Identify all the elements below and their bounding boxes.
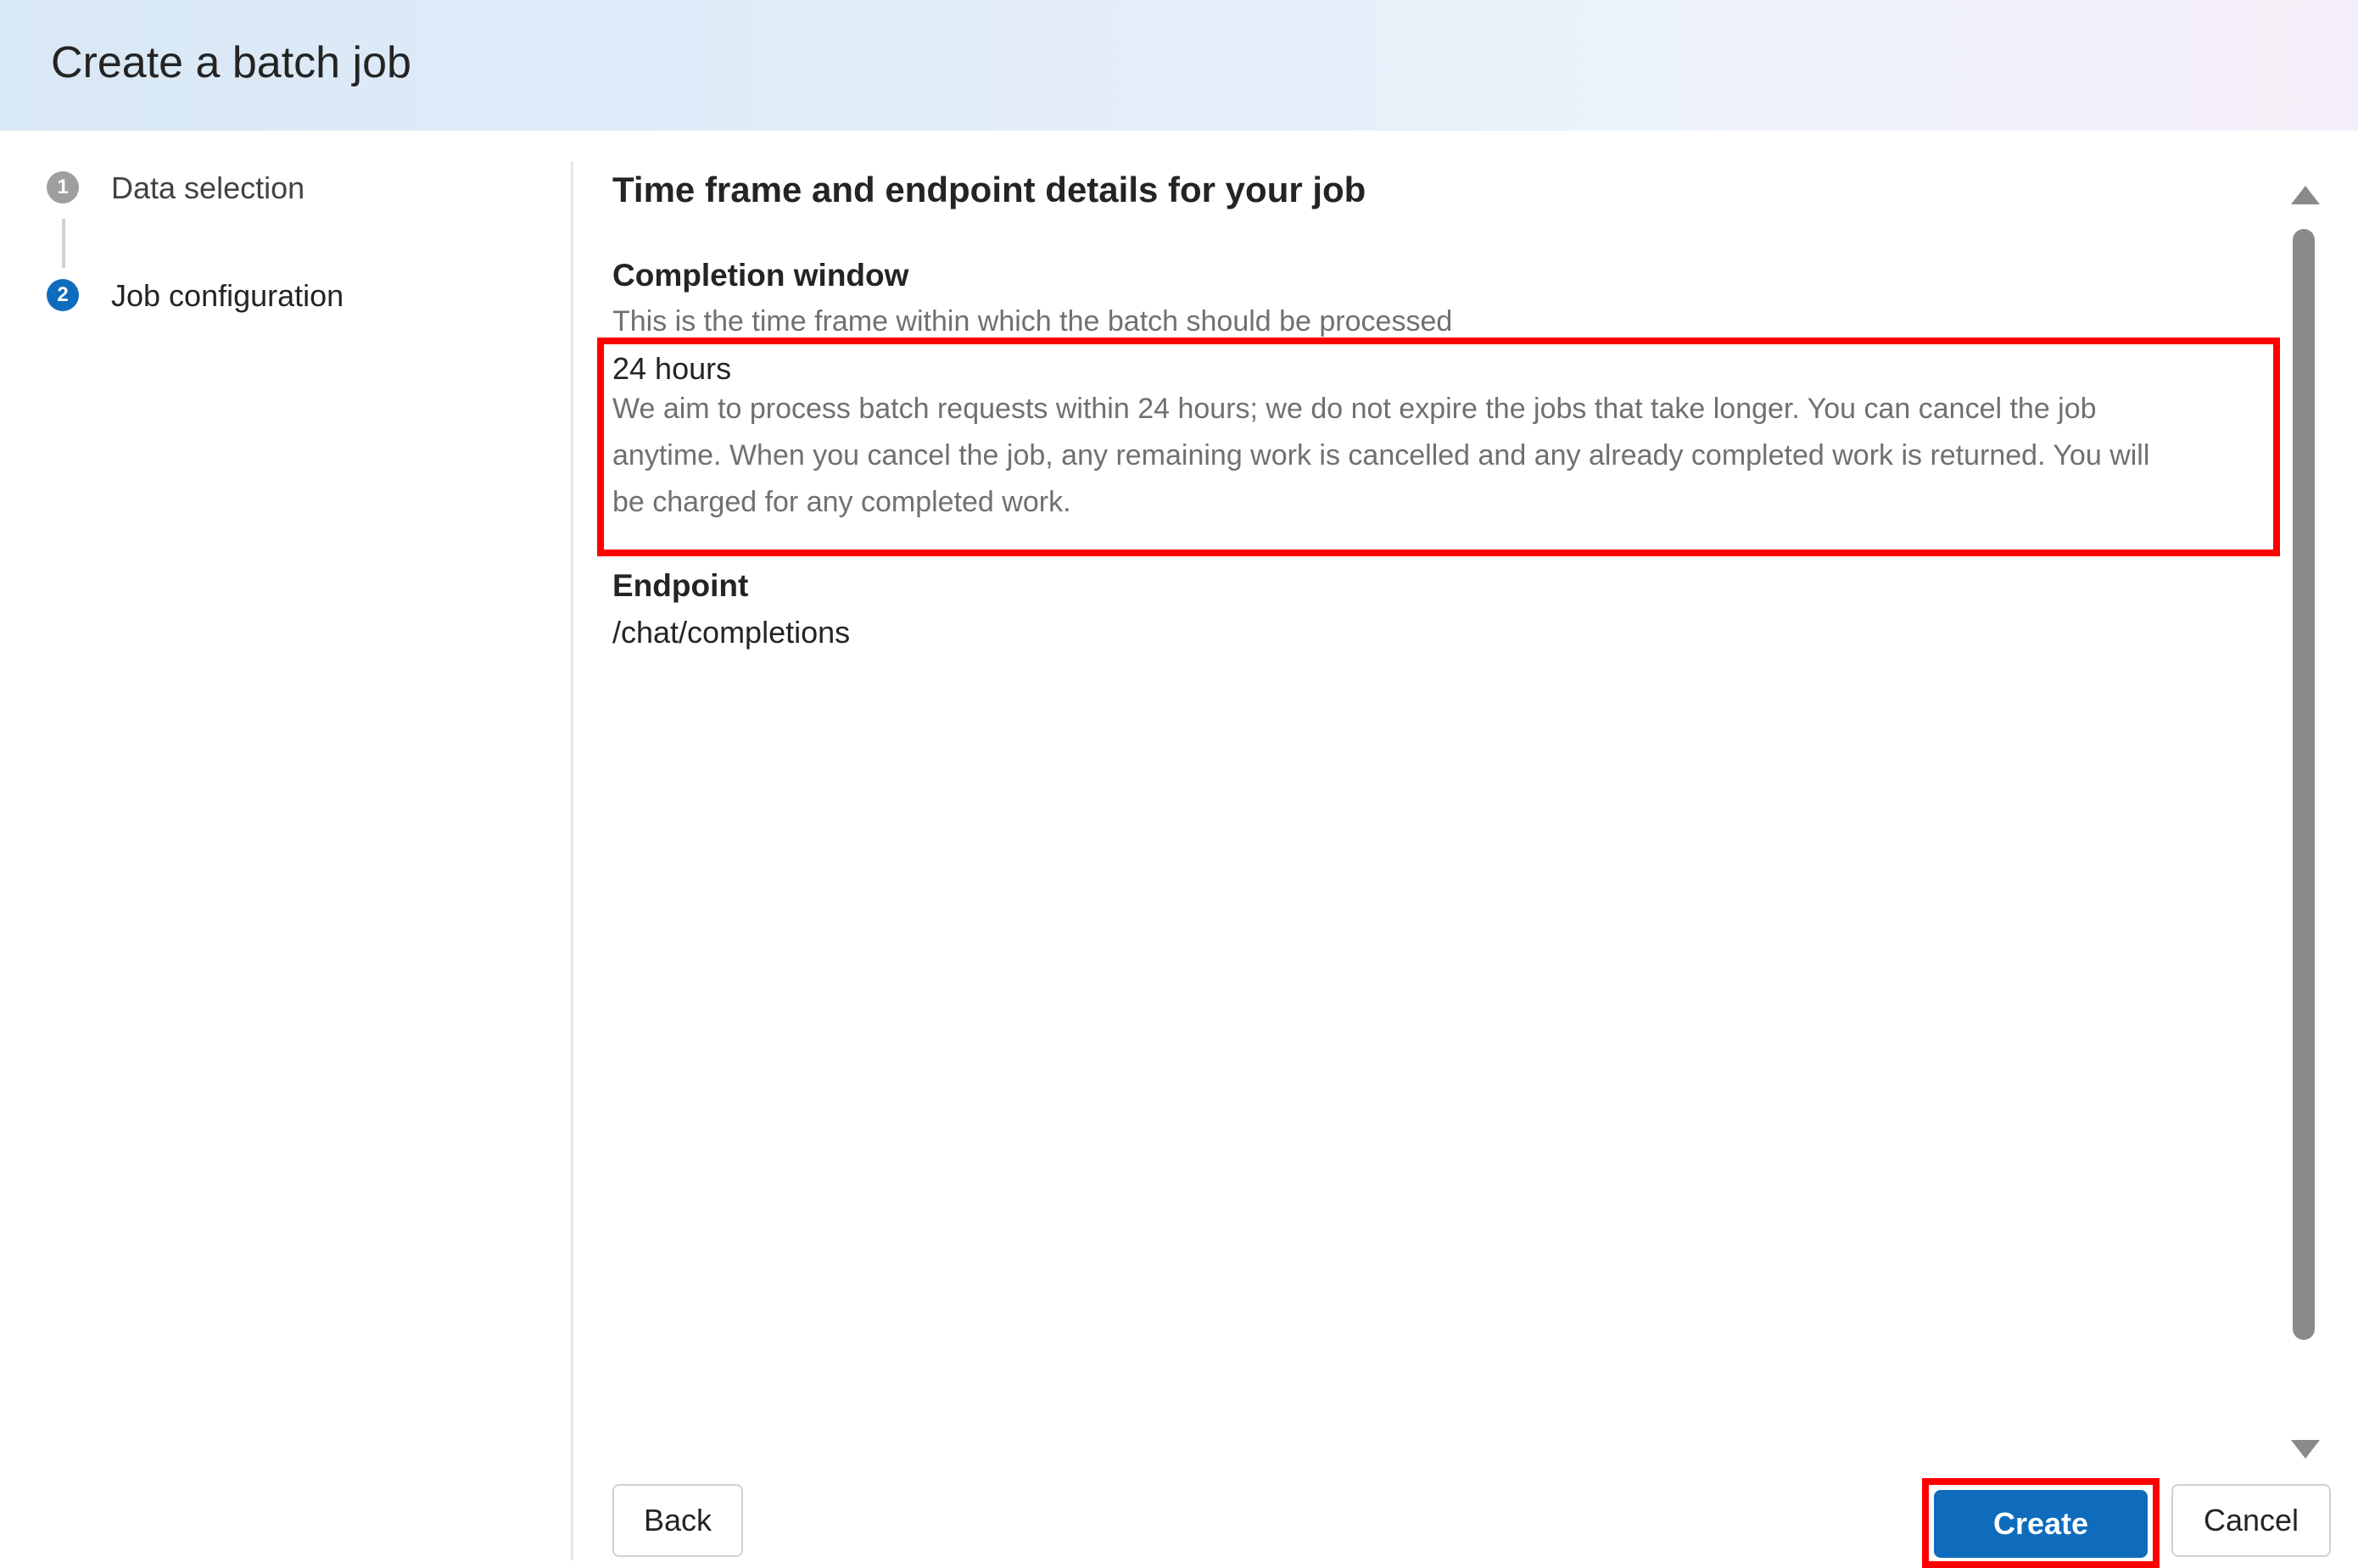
endpoint-value: /chat/completions bbox=[612, 615, 851, 650]
step-2-indicator: 2 bbox=[47, 279, 79, 311]
triangle-up-icon[interactable] bbox=[2291, 186, 2320, 204]
step-connector bbox=[62, 219, 65, 268]
panel-divider bbox=[571, 161, 573, 1560]
vertical-scrollbar[interactable] bbox=[2286, 174, 2320, 1463]
highlight-annotation-completion bbox=[597, 338, 2280, 556]
scrollbar-thumb[interactable] bbox=[2293, 229, 2315, 1340]
endpoint-label: Endpoint bbox=[612, 568, 749, 603]
dialog-title: Create a batch job bbox=[51, 38, 411, 87]
wizard-stepper: 1 Data selection 2 Job configuration bbox=[0, 131, 573, 1568]
step-data-selection[interactable]: Data selection bbox=[111, 170, 305, 206]
completion-window-help: This is the time frame within which the … bbox=[612, 305, 1453, 338]
triangle-down-icon[interactable] bbox=[2291, 1440, 2320, 1459]
dialog-header: Create a batch job bbox=[0, 0, 2358, 131]
step-1-indicator: 1 bbox=[47, 171, 79, 204]
back-button[interactable]: Back bbox=[612, 1484, 743, 1557]
step-job-configuration[interactable]: Job configuration bbox=[111, 278, 344, 314]
highlight-annotation-create bbox=[1922, 1478, 2160, 1568]
cancel-button[interactable]: Cancel bbox=[2171, 1484, 2331, 1557]
completion-window-label: Completion window bbox=[612, 258, 909, 293]
section-title: Time frame and endpoint details for your… bbox=[612, 170, 1366, 209]
